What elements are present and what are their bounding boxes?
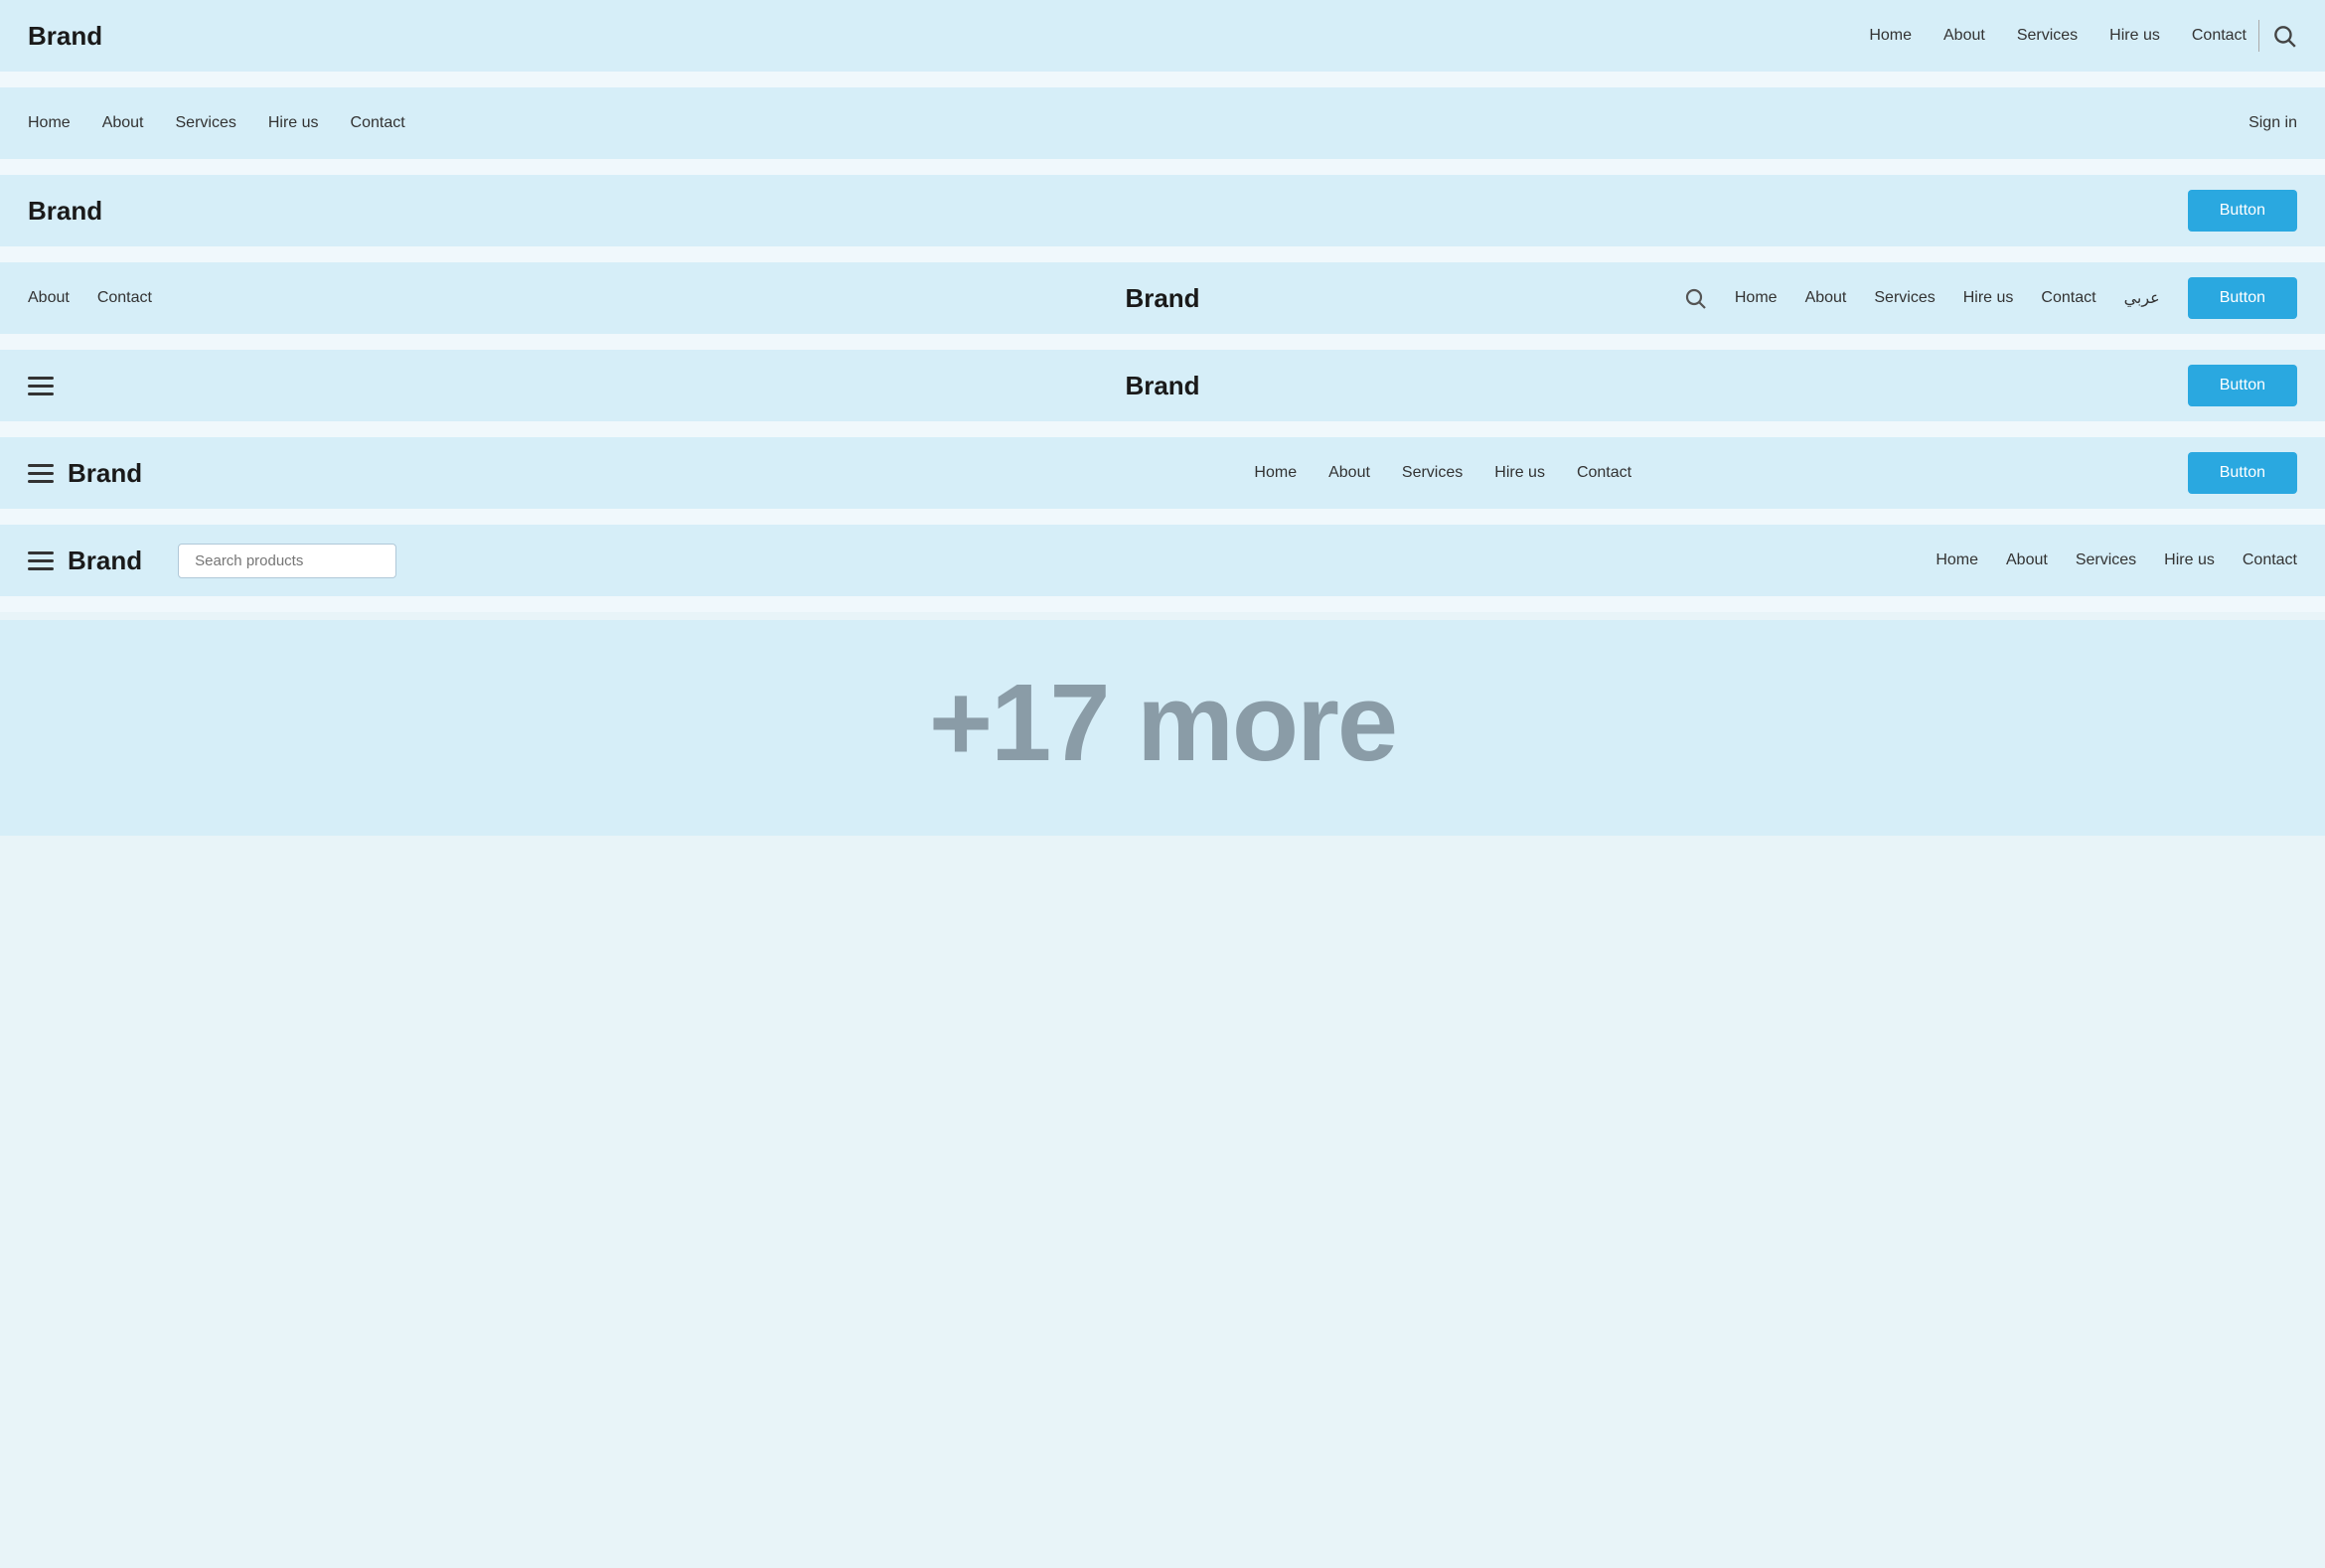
spacer-5 (0, 421, 2325, 437)
nav-item-about-1[interactable]: About (1943, 27, 1985, 45)
left-links-4: About Contact (28, 289, 152, 307)
spacer-6 (0, 509, 2325, 525)
spacer-2 (0, 159, 2325, 175)
nav-item-home-7[interactable]: Home (1936, 551, 1978, 569)
nav-links-6: Home About Services Hire us Contact (1254, 464, 1631, 482)
navbar-1: Brand Home About Services Hire us Contac… (0, 0, 2325, 72)
hamburger-icon-7[interactable] (28, 551, 54, 570)
arabic-label-4: عربي (2124, 288, 2160, 308)
navbar-2: Home About Services Hire us Contact Sign… (0, 87, 2325, 159)
nav-item-contact-1[interactable]: Contact (2192, 27, 2247, 45)
nav-links-2: Home About Services Hire us Contact (28, 114, 405, 132)
brand-logo-7: Brand (68, 546, 142, 576)
sign-in-link[interactable]: Sign in (2248, 114, 2297, 132)
navbar-7: Brand Home About Services Hire us Contac… (0, 525, 2325, 596)
hamburger-icon-6[interactable] (28, 464, 54, 483)
brand-logo-5: Brand (1125, 371, 1199, 401)
brand-logo-3: Brand (28, 196, 102, 227)
nav-item-home-4[interactable]: Home (1735, 289, 1778, 307)
hamburger-icon-5[interactable] (28, 377, 54, 395)
nav-item-about-2[interactable]: About (102, 114, 144, 132)
brand-section-7: Brand (28, 546, 142, 576)
nav-item-services-2[interactable]: Services (176, 114, 236, 132)
search-icon-4 (1683, 286, 1707, 310)
center-nav-links-4: Home About Services Hire us Contact (1735, 289, 2096, 307)
cta-button-5[interactable]: Button (2188, 365, 2297, 406)
navbar-5: Brand Button (0, 350, 2325, 421)
brand-section-6: Brand (28, 458, 142, 489)
nav-item-contact-4[interactable]: Contact (97, 289, 152, 307)
nav-links-7: Home About Services Hire us Contact (1936, 551, 2297, 569)
cta-button-4[interactable]: Button (2188, 277, 2297, 319)
search-icon-button-4[interactable] (1683, 286, 1707, 310)
nav-item-services-6[interactable]: Services (1402, 464, 1463, 482)
nav-item-home-6[interactable]: Home (1254, 464, 1297, 482)
nav-item-contact-2[interactable]: Contact (351, 114, 405, 132)
nav-item-hireus-2[interactable]: Hire us (268, 114, 319, 132)
nav-item-services-4[interactable]: Services (1874, 289, 1935, 307)
nav-item-services-7[interactable]: Services (2076, 551, 2136, 569)
spacer-1 (0, 72, 2325, 87)
nav-divider-1 (2258, 20, 2259, 52)
brand-logo-1: Brand (28, 21, 102, 52)
nav-item-contact-c-4[interactable]: Contact (2041, 289, 2095, 307)
search-icon-button-1[interactable] (2271, 23, 2297, 49)
nav-item-about-c-4[interactable]: About (1805, 289, 1847, 307)
nav-item-hireus-4[interactable]: Hire us (1963, 289, 2014, 307)
nav-item-hireus-1[interactable]: Hire us (2109, 27, 2160, 45)
navbar-4: About Contact Brand Home About Services … (0, 262, 2325, 334)
nav-item-about-6[interactable]: About (1328, 464, 1370, 482)
nav-item-about-4[interactable]: About (28, 289, 70, 307)
more-text: +17 more (929, 660, 1396, 786)
nav-item-home-1[interactable]: Home (1869, 27, 1912, 45)
spacer-3 (0, 246, 2325, 262)
nav-item-about-7[interactable]: About (2006, 551, 2048, 569)
brand-logo-6: Brand (68, 458, 142, 489)
search-input-7[interactable] (178, 544, 396, 578)
nav-item-contact-6[interactable]: Contact (1577, 464, 1631, 482)
spacer-7 (0, 596, 2325, 612)
search-icon-1 (2271, 23, 2297, 49)
nav-item-hireus-6[interactable]: Hire us (1494, 464, 1545, 482)
nav-item-hireus-7[interactable]: Hire us (2164, 551, 2215, 569)
nav-item-home-2[interactable]: Home (28, 114, 71, 132)
spacer-4 (0, 334, 2325, 350)
nav-item-services-1[interactable]: Services (2017, 27, 2078, 45)
cta-button-3[interactable]: Button (2188, 190, 2297, 232)
navbar-3: Brand Button (0, 175, 2325, 246)
cta-button-6[interactable]: Button (2188, 452, 2297, 494)
nav-item-contact-7[interactable]: Contact (2243, 551, 2297, 569)
brand-logo-4: Brand (1125, 283, 1199, 314)
nav-links-1: Home About Services Hire us Contact (1869, 27, 2247, 45)
navbar-6: Brand Home About Services Hire us Contac… (0, 437, 2325, 509)
more-overlay: +17 more (0, 620, 2325, 836)
